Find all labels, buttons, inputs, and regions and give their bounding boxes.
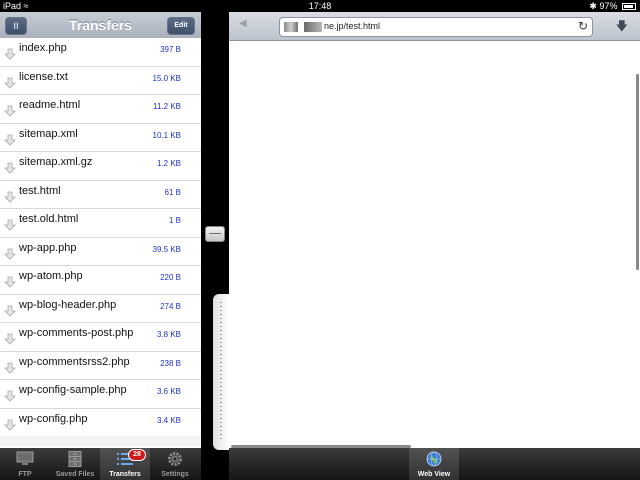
- file-size: 11.2 KB: [153, 102, 181, 111]
- file-size: 220 B: [160, 273, 181, 282]
- gear-icon: [168, 452, 182, 466]
- list-item[interactable]: wp-config-sample.php 3.6 KB: [0, 380, 201, 409]
- monitor-icon: [16, 451, 34, 465]
- file-name: wp-comments-post.php: [19, 327, 134, 339]
- vertical-scrollbar[interactable]: [636, 74, 639, 270]
- redacted-url-part: [284, 22, 298, 32]
- tab-settings[interactable]: Settings: [150, 448, 200, 480]
- download-arrow-icon: [4, 305, 16, 317]
- list-item[interactable]: wp-commentsrss2.php 238 B: [0, 351, 201, 380]
- url-field[interactable]: ne.jp/test.html ↻: [279, 17, 593, 37]
- list-item[interactable]: readme.html 11.2 KB: [0, 95, 201, 124]
- list-item[interactable]: license.txt 15.0 KB: [0, 66, 201, 95]
- file-size: 274 B: [160, 301, 181, 311]
- cabinet-icon: [68, 451, 82, 467]
- tab-label: FTP: [18, 471, 32, 478]
- file-name: wp-blog-header.php: [19, 298, 117, 311]
- file-name: sitemap.xml: [19, 127, 78, 140]
- file-size: 61 B: [164, 187, 181, 197]
- list-item[interactable]: sitemap.xml 10.1 KB: [0, 123, 201, 152]
- tab-ftp[interactable]: FTP: [0, 448, 50, 480]
- tab-transfers[interactable]: 28 Transfers: [100, 448, 150, 480]
- tab-saved-files[interactable]: Saved Files: [50, 448, 100, 480]
- tab-label: Web View: [417, 471, 451, 478]
- file-size: 1.2 KB: [156, 159, 181, 168]
- download-arrow-icon: [4, 248, 16, 260]
- download-arrow-icon: [4, 48, 16, 60]
- list-item[interactable]: wp-comments-post.php 3.8 KB: [0, 323, 201, 352]
- browser-tab-bar: Web View: [229, 448, 640, 480]
- download-arrow-icon: [4, 134, 16, 146]
- list-item[interactable]: wp-atom.php 220 B: [0, 266, 201, 295]
- file-size: 238 B: [160, 358, 181, 368]
- list-item[interactable]: index.php 397 B: [0, 38, 201, 67]
- file-name: wp-app.php: [19, 241, 77, 254]
- back-arrow-icon[interactable]: ◀: [239, 18, 253, 32]
- tab-bar: FTP Saved Files 28 Transfers Settings: [0, 448, 201, 480]
- file-size: 3.8 KB: [156, 330, 181, 339]
- file-size: 10.1 KB: [152, 130, 181, 140]
- download-icon[interactable]: 🡇: [616, 17, 628, 38]
- file-size: 397 B: [160, 45, 181, 54]
- file-name: index.php: [19, 42, 67, 54]
- file-size: 1 B: [168, 216, 181, 225]
- file-size: 15.0 KB: [152, 73, 181, 83]
- download-arrow-icon: [4, 162, 16, 174]
- transfers-header: II Transfers Edit: [0, 12, 201, 39]
- file-size: 3.6 KB: [156, 387, 181, 396]
- tab-web-view[interactable]: Web View: [409, 448, 459, 480]
- download-arrow-icon: [4, 419, 16, 431]
- split-handle[interactable]: [205, 226, 225, 242]
- list-item[interactable]: wp-app.php 39.5 KB: [0, 237, 201, 266]
- file-name: license.txt: [19, 70, 68, 83]
- status-bar: iPad ≈ 17:48 ✱ 97%: [0, 0, 640, 12]
- file-name: wp-config-sample.php: [19, 384, 127, 396]
- download-arrow-icon: [4, 390, 16, 402]
- download-arrow-icon: [4, 219, 16, 231]
- battery-percent: 97%: [599, 1, 618, 11]
- download-arrow-icon: [4, 77, 16, 89]
- list-footer: [0, 436, 201, 446]
- file-list: index.php 397 B license.txt 15.0 KB read…: [0, 38, 201, 437]
- browser-toolbar: ◀ ne.jp/test.html ↻ 🡇: [229, 12, 640, 41]
- status-time: 17:48: [308, 1, 332, 11]
- globe-icon: [426, 451, 442, 467]
- download-arrow-icon: [4, 362, 16, 374]
- file-name: wp-config.php: [19, 412, 88, 425]
- file-name: wp-commentsrss2.php: [19, 355, 130, 368]
- list-item[interactable]: sitemap.xml.gz 1.2 KB: [0, 152, 201, 181]
- file-name: wp-atom.php: [19, 270, 83, 282]
- web-view-panel: ◀ ne.jp/test.html ↻ 🡇: [229, 12, 640, 448]
- list-item[interactable]: test.old.html 1 B: [0, 209, 201, 238]
- transfers-panel: II Transfers Edit index.php 397 B licens…: [0, 12, 201, 480]
- download-arrow-icon: [4, 105, 16, 117]
- file-name: test.old.html: [19, 213, 79, 225]
- tab-label: Saved Files: [55, 471, 95, 478]
- download-arrow-icon: [4, 276, 16, 288]
- bluetooth-icon: ✱: [589, 1, 597, 11]
- reload-icon[interactable]: ↻: [578, 19, 588, 33]
- list-item[interactable]: wp-config.php 3.4 KB: [0, 408, 201, 437]
- battery-icon: [622, 3, 636, 11]
- zoom-slider[interactable]: [213, 294, 229, 450]
- download-arrow-icon: [4, 333, 16, 345]
- url-text: ne.jp/test.html: [324, 21, 381, 31]
- status-right: ✱ 97%: [589, 0, 636, 12]
- tab-label: Transfers: [109, 471, 141, 478]
- edit-button[interactable]: Edit: [167, 17, 195, 35]
- transfers-badge: 28: [128, 449, 146, 461]
- file-name: test.html: [19, 184, 61, 197]
- list-item[interactable]: wp-blog-header.php 274 B: [0, 294, 201, 323]
- tab-label: Settings: [161, 471, 189, 478]
- redacted-url-part: [304, 22, 322, 32]
- file-size: 39.5 KB: [152, 244, 181, 254]
- download-arrow-icon: [4, 191, 16, 203]
- file-name: sitemap.xml.gz: [19, 156, 93, 168]
- file-name: readme.html: [19, 99, 81, 111]
- list-item[interactable]: test.html 61 B: [0, 180, 201, 209]
- file-size: 3.4 KB: [156, 415, 181, 425]
